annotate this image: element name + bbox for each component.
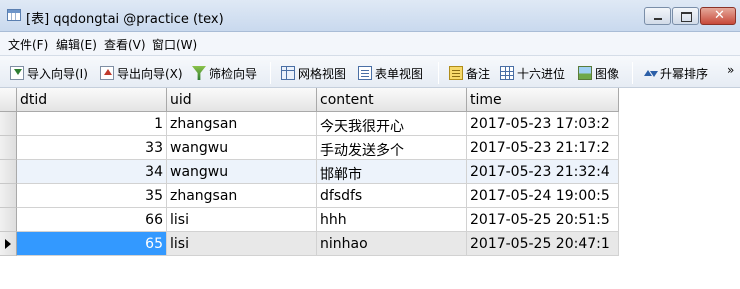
row-indicator[interactable] bbox=[0, 136, 17, 160]
title-bar: [表] qqdongtai @practice (tex) ✕ bbox=[0, 0, 740, 32]
column-header-dtid[interactable]: dtid bbox=[17, 88, 167, 112]
grid-view-label: 网格视图 bbox=[298, 66, 347, 81]
cell-time[interactable]: 2017-05-23 17:03:2 bbox=[467, 112, 619, 136]
cell-time[interactable]: 2017-05-25 20:51:5 bbox=[467, 208, 619, 232]
cell-uid[interactable]: zhangsan bbox=[167, 112, 317, 136]
filter-icon bbox=[192, 66, 206, 80]
cell-dtid-active[interactable]: 65 bbox=[17, 232, 167, 256]
row-indicator-header bbox=[0, 88, 17, 112]
cell-uid[interactable]: wangwu bbox=[167, 160, 317, 184]
toolbar: 导入向导(I) 导出向导(X) 筛检向导 网格视图 表单视图 备注 十六进位 图… bbox=[0, 55, 740, 88]
cell-dtid[interactable]: 35 bbox=[17, 184, 167, 208]
cell-time[interactable]: 2017-05-23 21:17:2 bbox=[467, 136, 619, 160]
toolbar-overflow-button[interactable]: » bbox=[727, 63, 734, 77]
cell-dtid[interactable]: 66 bbox=[17, 208, 167, 232]
hex-label: 十六进位 bbox=[517, 66, 566, 81]
table-icon bbox=[7, 9, 21, 21]
close-icon: ✕ bbox=[714, 8, 725, 23]
cell-content[interactable]: ninhao bbox=[317, 232, 467, 256]
memo-label: 备注 bbox=[466, 66, 491, 81]
column-header-time[interactable]: time bbox=[467, 88, 619, 112]
close-button[interactable]: ✕ bbox=[700, 7, 736, 25]
import-wizard-button[interactable]: 导入向导(I) bbox=[10, 63, 88, 83]
sort-ascending-icon bbox=[643, 66, 658, 80]
row-indicator[interactable] bbox=[0, 160, 17, 184]
hex-button[interactable]: 十六进位 bbox=[500, 63, 565, 83]
export-icon bbox=[100, 66, 114, 80]
cell-content[interactable]: dfsdfs bbox=[317, 184, 467, 208]
cell-dtid[interactable]: 33 bbox=[17, 136, 167, 160]
cell-time[interactable]: 2017-05-25 20:47:1 bbox=[467, 232, 619, 256]
cell-dtid[interactable]: 34 bbox=[17, 160, 167, 184]
memo-icon bbox=[449, 66, 463, 80]
toolbar-separator bbox=[270, 62, 271, 84]
cell-content[interactable]: 手动发送多个 bbox=[317, 136, 467, 160]
import-icon bbox=[10, 66, 24, 80]
menu-bar: 文件(F) 编辑(E) 查看(V) 窗口(W) bbox=[0, 32, 740, 55]
cell-time[interactable]: 2017-05-24 19:00:5 bbox=[467, 184, 619, 208]
sort-ascending-button[interactable]: 升幂排序 bbox=[643, 63, 708, 83]
cell-content[interactable]: 邯郸市 bbox=[317, 160, 467, 184]
cell-content[interactable]: hhh bbox=[317, 208, 467, 232]
cell-uid[interactable]: wangwu bbox=[167, 136, 317, 160]
form-view-button[interactable]: 表单视图 bbox=[358, 63, 423, 83]
menu-file[interactable]: 文件(F) bbox=[8, 36, 48, 53]
image-icon bbox=[578, 66, 592, 80]
grid-view-button[interactable]: 网格视图 bbox=[281, 63, 346, 83]
hex-icon bbox=[500, 66, 514, 80]
column-header-uid[interactable]: uid bbox=[167, 88, 317, 112]
column-header-content[interactable]: content bbox=[317, 88, 467, 112]
menu-window[interactable]: 窗口(W) bbox=[152, 36, 197, 53]
image-label: 图像 bbox=[595, 66, 620, 81]
cell-uid[interactable]: lisi bbox=[167, 208, 317, 232]
image-button[interactable]: 图像 bbox=[578, 63, 619, 83]
menu-view[interactable]: 查看(V) bbox=[104, 36, 146, 53]
toolbar-separator bbox=[438, 62, 439, 84]
cell-time[interactable]: 2017-05-23 21:32:4 bbox=[467, 160, 619, 184]
minimize-button[interactable] bbox=[644, 7, 671, 25]
import-wizard-label: 导入向导(I) bbox=[27, 66, 88, 81]
cell-content[interactable]: 今天我很开心 bbox=[317, 112, 467, 136]
window-title: [表] qqdongtai @practice (tex) bbox=[26, 12, 224, 27]
filter-wizard-label: 筛检向导 bbox=[209, 66, 258, 81]
export-wizard-button[interactable]: 导出向导(X) bbox=[100, 63, 183, 83]
row-indicator-current[interactable] bbox=[0, 232, 17, 256]
form-icon bbox=[358, 66, 372, 80]
memo-button[interactable]: 备注 bbox=[449, 63, 490, 83]
sort-ascending-label: 升幂排序 bbox=[660, 66, 709, 81]
data-grid: dtid uid content time 1 zhangsan 今天我很开心 … bbox=[0, 88, 740, 289]
cell-dtid[interactable]: 1 bbox=[17, 112, 167, 136]
current-row-arrow-icon bbox=[5, 239, 11, 249]
row-indicator[interactable] bbox=[0, 112, 17, 136]
cell-uid[interactable]: lisi bbox=[167, 232, 317, 256]
menu-edit[interactable]: 编辑(E) bbox=[56, 36, 97, 53]
toolbar-separator bbox=[632, 62, 633, 84]
cell-uid[interactable]: zhangsan bbox=[167, 184, 317, 208]
form-view-label: 表单视图 bbox=[375, 66, 424, 81]
maximize-button[interactable] bbox=[672, 7, 699, 25]
row-indicator[interactable] bbox=[0, 208, 17, 232]
grid-icon bbox=[281, 66, 295, 80]
filter-wizard-button[interactable]: 筛检向导 bbox=[192, 63, 257, 83]
row-indicator[interactable] bbox=[0, 184, 17, 208]
export-wizard-label: 导出向导(X) bbox=[117, 66, 183, 81]
